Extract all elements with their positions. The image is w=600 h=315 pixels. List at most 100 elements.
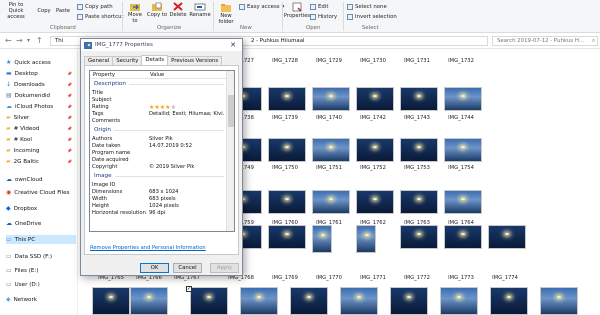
image-thumbnail[interactable]: [440, 287, 478, 315]
up-arrow-icon[interactable]: ↑: [36, 36, 43, 45]
image-thumbnail[interactable]: [312, 190, 350, 214]
selection-checkbox[interactable]: ✓: [186, 286, 192, 292]
file-name[interactable]: IMG_1743: [395, 115, 439, 121]
image-thumbnail[interactable]: [130, 287, 168, 315]
image-thumbnail[interactable]: [268, 190, 306, 214]
file-name[interactable]: IMG_1730: [351, 58, 395, 64]
sidebar-item[interactable]: ◆ Dropbox: [6, 204, 76, 213]
tab-general[interactable]: General: [84, 56, 114, 65]
sidebar-item[interactable]: ▤ Dokumendid 📌: [6, 91, 76, 100]
ok-button[interactable]: OK: [140, 263, 169, 273]
sidebar-item[interactable]: ↓ Downloads 📌: [6, 80, 76, 89]
property-row[interactable]: Date acquired: [90, 157, 227, 164]
property-row[interactable]: Height 1024 pixels: [90, 203, 227, 210]
image-thumbnail[interactable]: [444, 87, 482, 111]
file-name[interactable]: IMG_1769: [263, 275, 307, 281]
image-thumbnail[interactable]: [312, 225, 332, 253]
file-name[interactable]: IMG_1772: [395, 275, 439, 281]
image-thumbnail[interactable]: [290, 287, 328, 315]
file-name[interactable]: IMG_1750: [263, 165, 307, 171]
sidebar-item[interactable]: ▰ 2G Baltic 📌: [6, 157, 76, 166]
property-row[interactable]: Horizontal resolution 96 dpi: [90, 210, 227, 217]
apply-button[interactable]: Apply: [210, 263, 239, 273]
image-thumbnail[interactable]: [240, 287, 278, 315]
file-name[interactable]: IMG_1728: [263, 58, 307, 64]
sidebar-item[interactable]: ▰ Silver 📌: [6, 113, 76, 122]
sidebar-item[interactable]: ◈ Network: [6, 295, 76, 304]
property-row[interactable]: Image ID: [90, 182, 227, 189]
image-thumbnail[interactable]: [92, 287, 130, 315]
sidebar-item[interactable]: ▰ Incoming 📌: [6, 146, 76, 155]
star-icon[interactable]: ★: [171, 104, 176, 111]
image-thumbnail[interactable]: [190, 287, 228, 315]
rename-button[interactable]: Rename: [189, 2, 211, 18]
sidebar-item[interactable]: ▭ User (D:): [6, 280, 76, 289]
file-name[interactable]: IMG_1731: [395, 58, 439, 64]
file-name[interactable]: IMG_1744: [439, 115, 483, 121]
image-thumbnail[interactable]: [400, 87, 438, 111]
sidebar-item[interactable]: ▭ Files (E:): [6, 266, 76, 275]
select-none-button[interactable]: Select none: [347, 4, 387, 10]
new-folder-button[interactable]: New folder: [215, 2, 237, 25]
breadcrumb-current-folder[interactable]: 2 - Puhkus Hiiumaal: [251, 37, 305, 45]
file-name[interactable]: IMG_1740: [307, 115, 351, 121]
sidebar-item[interactable]: ◉ Creative Cloud Files: [6, 188, 76, 197]
paste-shortcut-button[interactable]: Paste shortcut: [77, 14, 124, 20]
vertical-scrollbar[interactable]: [226, 71, 234, 231]
image-thumbnail[interactable]: [356, 190, 394, 214]
invert-selection-button[interactable]: Invert selection: [347, 14, 397, 20]
pin-quick-access-button[interactable]: Pin to Quick access: [3, 2, 29, 20]
property-row[interactable]: Date taken 14.07.2019 0:52: [90, 143, 227, 150]
file-name[interactable]: IMG_1732: [439, 58, 483, 64]
file-name[interactable]: IMG_1771: [351, 275, 395, 281]
property-row[interactable]: Comments: [90, 118, 227, 125]
file-name[interactable]: IMG_1739: [263, 115, 307, 121]
image-thumbnail[interactable]: [488, 225, 526, 249]
image-thumbnail[interactable]: [356, 225, 376, 253]
tab-security[interactable]: Security: [112, 56, 143, 65]
sidebar-item[interactable]: ☁ iCloud Photos 📌: [6, 102, 76, 111]
image-thumbnail[interactable]: [540, 287, 578, 315]
property-row[interactable]: Subject: [90, 97, 227, 104]
remove-properties-link[interactable]: Remove Properties and Personal Informati…: [90, 245, 206, 251]
property-row[interactable]: Rating ★★★★★: [90, 104, 227, 111]
image-thumbnail[interactable]: [444, 190, 482, 214]
tab-details[interactable]: Details: [141, 55, 169, 65]
paste-button[interactable]: Paste: [54, 2, 72, 14]
property-row[interactable]: Tags Detailid; Eesti; Hiiumaa; Kivi...: [90, 111, 227, 118]
file-name[interactable]: IMG_1729: [307, 58, 351, 64]
image-thumbnail[interactable]: [444, 225, 482, 249]
image-thumbnail[interactable]: [400, 225, 438, 249]
file-name[interactable]: IMG_1770: [307, 275, 351, 281]
property-row[interactable]: Dimensions 683 x 1024: [90, 189, 227, 196]
breadcrumb-this-pc[interactable]: Thi: [55, 38, 63, 44]
sidebar-item[interactable]: ☁ OneDrive: [6, 219, 76, 228]
file-name[interactable]: IMG_1752: [351, 165, 395, 171]
sidebar-item[interactable]: ▬ Desktop 📌: [6, 69, 76, 78]
property-row[interactable]: Width 683 pixels: [90, 196, 227, 203]
property-list[interactable]: Property Value Description Title Subject…: [89, 70, 235, 232]
dialog-titlebar[interactable]: IMG_1777 Properties ✕: [81, 39, 242, 51]
image-thumbnail[interactable]: [400, 138, 438, 162]
image-thumbnail[interactable]: [490, 287, 528, 315]
file-name[interactable]: IMG_1753: [395, 165, 439, 171]
property-row[interactable]: Copyright © 2019 Silver Pik: [90, 164, 227, 171]
image-thumbnail[interactable]: [444, 138, 482, 162]
back-arrow-icon[interactable]: ←: [5, 36, 12, 45]
easy-access-button[interactable]: Easy access▾: [239, 4, 284, 10]
search-input[interactable]: Search 2019-07-12 - Puhkus H... ⌕: [492, 36, 598, 46]
delete-button[interactable]: Delete: [169, 2, 187, 18]
properties-button[interactable]: Properties: [284, 2, 310, 19]
file-name[interactable]: IMG_1742: [351, 115, 395, 121]
copy-button[interactable]: Copy: [36, 2, 52, 14]
tab-previous-versions[interactable]: Previous Versions: [167, 56, 223, 65]
sidebar-item[interactable]: ★ Quick access: [6, 58, 76, 67]
move-to-button[interactable]: Move to: [125, 2, 145, 24]
sidebar-item[interactable]: ☁ ownCloud: [6, 175, 76, 184]
column-value[interactable]: Value: [150, 72, 164, 78]
scrollbar-thumb[interactable]: [228, 95, 234, 127]
image-thumbnail[interactable]: [340, 287, 378, 315]
image-thumbnail[interactable]: [312, 138, 350, 162]
rating-stars[interactable]: ★★★★★: [149, 104, 176, 111]
image-thumbnail[interactable]: [356, 138, 394, 162]
